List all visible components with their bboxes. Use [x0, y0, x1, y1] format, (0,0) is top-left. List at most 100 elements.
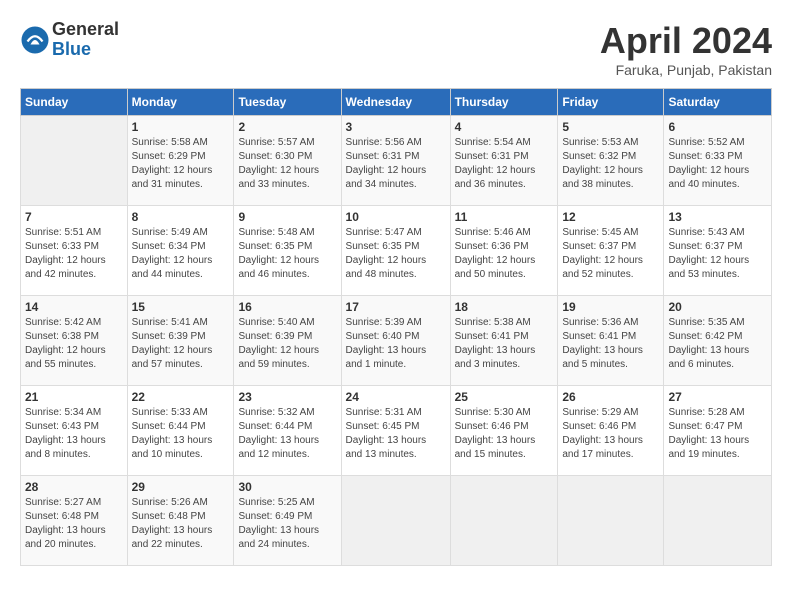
calendar-cell: 20Sunrise: 5:35 AM Sunset: 6:42 PM Dayli… [664, 296, 772, 386]
day-info: Sunrise: 5:58 AM Sunset: 6:29 PM Dayligh… [132, 136, 230, 192]
calendar-cell: 6 Sunrise: 5:52 AM Sunset: 6:33 PM Daylig… [664, 116, 772, 206]
logo: General Blue [20, 20, 119, 60]
calendar-cell: 22 Sunrise: 5:33 AM Sunset: 6:44 PM Dayli… [127, 386, 234, 476]
day-number: 13 [668, 210, 767, 224]
day-info: Sunrise: 5:45 AM Sunset: 6:37 PM Dayligh… [562, 226, 659, 282]
day-info: Sunrise: 5:33 AM Sunset: 6:44 PM Dayligh… [132, 406, 230, 462]
header-row: SundayMondayTuesdayWednesdayThursdayFrid… [21, 89, 772, 116]
day-info: Sunrise: 5:41 AM Sunset: 6:39 PM Dayligh… [132, 316, 230, 372]
day-number: 30 [238, 480, 336, 494]
calendar-cell [21, 116, 128, 206]
day-number: 17 [346, 300, 446, 314]
calendar-cell: 12 Sunrise: 5:45 AM Sunset: 6:37 PM Dayli… [558, 206, 664, 296]
day-number: 12 [562, 210, 659, 224]
day-info: Sunrise: 5:47 AM Sunset: 6:35 PM Dayligh… [346, 226, 446, 282]
day-info: Sunrise: 5:26 AM Sunset: 6:48 PM Dayligh… [132, 496, 230, 552]
day-number: 10 [346, 210, 446, 224]
calendar-cell: 26 Sunrise: 5:29 AM Sunset: 6:46 PM Dayli… [558, 386, 664, 476]
day-number: 1 [132, 120, 230, 134]
calendar-cell: 3 Sunrise: 5:56 AM Sunset: 6:31 PM Daylig… [341, 116, 450, 206]
day-number: 22 [132, 390, 230, 404]
day-number: 2 [238, 120, 336, 134]
day-number: 25 [455, 390, 554, 404]
day-info: Sunrise: 5:32 AM Sunset: 6:44 PM Dayligh… [238, 406, 336, 462]
calendar-cell: 9Sunrise: 5:48 AM Sunset: 6:35 PM Daylig… [234, 206, 341, 296]
day-info: Sunrise: 5:25 AM Sunset: 6:49 PM Dayligh… [238, 496, 336, 552]
calendar-cell: 27 Sunrise: 5:28 AM Sunset: 6:47 PM Dayli… [664, 386, 772, 476]
calendar-cell [664, 476, 772, 566]
column-header-tuesday: Tuesday [234, 89, 341, 116]
calendar-cell: 1 Sunrise: 5:58 AM Sunset: 6:29 PM Daylig… [127, 116, 234, 206]
day-info: Sunrise: 5:51 AM Sunset: 6:33 PM Dayligh… [25, 226, 123, 282]
week-row-2: 7Sunrise: 5:51 AM Sunset: 6:33 PM Daylig… [21, 206, 772, 296]
day-info: Sunrise: 5:27 AM Sunset: 6:48 PM Dayligh… [25, 496, 123, 552]
week-row-1: 1 Sunrise: 5:58 AM Sunset: 6:29 PM Daylig… [21, 116, 772, 206]
calendar-cell: 19Sunrise: 5:36 AM Sunset: 6:41 PM Dayli… [558, 296, 664, 386]
day-info: Sunrise: 5:40 AM Sunset: 6:39 PM Dayligh… [238, 316, 336, 372]
page-header: General Blue April 2024 Faruka, Punjab, … [20, 20, 772, 78]
day-number: 26 [562, 390, 659, 404]
day-number: 16 [238, 300, 336, 314]
title-section: April 2024 Faruka, Punjab, Pakistan [600, 20, 772, 78]
day-number: 24 [346, 390, 446, 404]
calendar-cell: 16 Sunrise: 5:40 AM Sunset: 6:39 PM Dayli… [234, 296, 341, 386]
day-number: 6 [668, 120, 767, 134]
day-info: Sunrise: 5:57 AM Sunset: 6:30 PM Dayligh… [238, 136, 336, 192]
day-info: Sunrise: 5:56 AM Sunset: 6:31 PM Dayligh… [346, 136, 446, 192]
column-header-friday: Friday [558, 89, 664, 116]
day-info: Sunrise: 5:43 AM Sunset: 6:37 PM Dayligh… [668, 226, 767, 282]
logo-blue: Blue [52, 40, 119, 60]
day-info: Sunrise: 5:38 AM Sunset: 6:41 PM Dayligh… [455, 316, 554, 372]
calendar-cell: 5 Sunrise: 5:53 AM Sunset: 6:32 PM Daylig… [558, 116, 664, 206]
day-info: Sunrise: 5:28 AM Sunset: 6:47 PM Dayligh… [668, 406, 767, 462]
day-info: Sunrise: 5:29 AM Sunset: 6:46 PM Dayligh… [562, 406, 659, 462]
day-number: 20 [668, 300, 767, 314]
calendar-cell: 18Sunrise: 5:38 AM Sunset: 6:41 PM Dayli… [450, 296, 558, 386]
day-number: 8 [132, 210, 230, 224]
day-number: 27 [668, 390, 767, 404]
day-number: 19 [562, 300, 659, 314]
calendar-cell: 23 Sunrise: 5:32 AM Sunset: 6:44 PM Dayli… [234, 386, 341, 476]
day-info: Sunrise: 5:39 AM Sunset: 6:40 PM Dayligh… [346, 316, 446, 372]
calendar-cell [450, 476, 558, 566]
calendar-cell: 25 Sunrise: 5:30 AM Sunset: 6:46 PM Dayli… [450, 386, 558, 476]
calendar-cell [558, 476, 664, 566]
day-number: 15 [132, 300, 230, 314]
calendar-cell: 8Sunrise: 5:49 AM Sunset: 6:34 PM Daylig… [127, 206, 234, 296]
week-row-3: 14Sunrise: 5:42 AM Sunset: 6:38 PM Dayli… [21, 296, 772, 386]
calendar-cell: 15 Sunrise: 5:41 AM Sunset: 6:39 PM Dayli… [127, 296, 234, 386]
calendar-cell: 13 Sunrise: 5:43 AM Sunset: 6:37 PM Dayli… [664, 206, 772, 296]
column-header-saturday: Saturday [664, 89, 772, 116]
day-info: Sunrise: 5:31 AM Sunset: 6:45 PM Dayligh… [346, 406, 446, 462]
calendar-cell: 7Sunrise: 5:51 AM Sunset: 6:33 PM Daylig… [21, 206, 128, 296]
calendar-cell: 30 Sunrise: 5:25 AM Sunset: 6:49 PM Dayli… [234, 476, 341, 566]
column-header-monday: Monday [127, 89, 234, 116]
week-row-4: 21 Sunrise: 5:34 AM Sunset: 6:43 PM Dayli… [21, 386, 772, 476]
calendar-cell: 21 Sunrise: 5:34 AM Sunset: 6:43 PM Dayli… [21, 386, 128, 476]
day-number: 23 [238, 390, 336, 404]
day-info: Sunrise: 5:46 AM Sunset: 6:36 PM Dayligh… [455, 226, 554, 282]
day-info: Sunrise: 5:34 AM Sunset: 6:43 PM Dayligh… [25, 406, 123, 462]
column-header-sunday: Sunday [21, 89, 128, 116]
day-number: 5 [562, 120, 659, 134]
calendar-cell: 29Sunrise: 5:26 AM Sunset: 6:48 PM Dayli… [127, 476, 234, 566]
day-number: 21 [25, 390, 123, 404]
calendar-cell: 28Sunrise: 5:27 AM Sunset: 6:48 PM Dayli… [21, 476, 128, 566]
day-number: 3 [346, 120, 446, 134]
calendar-cell: 11 Sunrise: 5:46 AM Sunset: 6:36 PM Dayli… [450, 206, 558, 296]
location-subtitle: Faruka, Punjab, Pakistan [600, 62, 772, 78]
calendar-cell: 17 Sunrise: 5:39 AM Sunset: 6:40 PM Dayli… [341, 296, 450, 386]
day-number: 14 [25, 300, 123, 314]
column-header-thursday: Thursday [450, 89, 558, 116]
column-header-wednesday: Wednesday [341, 89, 450, 116]
logo-icon [20, 25, 50, 55]
calendar-cell: 14Sunrise: 5:42 AM Sunset: 6:38 PM Dayli… [21, 296, 128, 386]
calendar-cell: 24 Sunrise: 5:31 AM Sunset: 6:45 PM Dayli… [341, 386, 450, 476]
calendar-cell [341, 476, 450, 566]
day-info: Sunrise: 5:30 AM Sunset: 6:46 PM Dayligh… [455, 406, 554, 462]
month-title: April 2024 [600, 20, 772, 62]
day-info: Sunrise: 5:53 AM Sunset: 6:32 PM Dayligh… [562, 136, 659, 192]
day-number: 11 [455, 210, 554, 224]
day-info: Sunrise: 5:52 AM Sunset: 6:33 PM Dayligh… [668, 136, 767, 192]
week-row-5: 28Sunrise: 5:27 AM Sunset: 6:48 PM Dayli… [21, 476, 772, 566]
